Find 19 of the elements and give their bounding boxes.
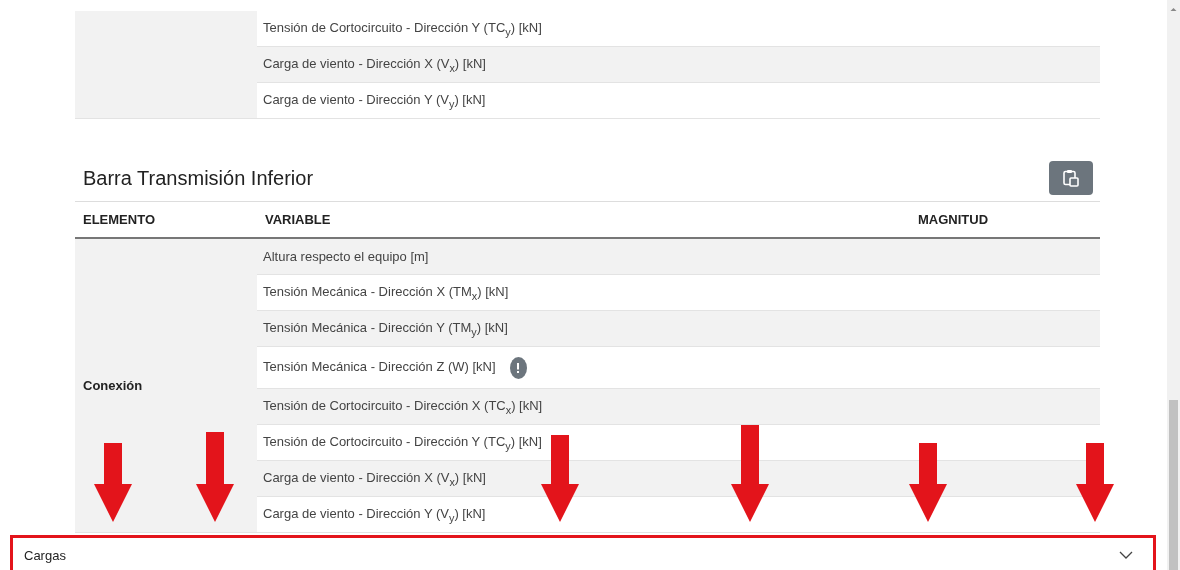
element-cell: Conexión (75, 238, 257, 533)
variable-cell: Tensión de Cortocircuito - Dirección Y (TC$_{y}$) [kN] (257, 424, 910, 461)
variable-cell: Tensión Mecánica - Dirección X (TM$_{x}$) [kN] (257, 274, 910, 311)
chevron-icon (1119, 551, 1133, 559)
alert-icon[interactable] (509, 356, 527, 379)
variable-cell: Carga de viento - Dirección Y (V$_{y}$) [kN] (257, 496, 910, 533)
section-title: Barra Transmisión Inferior (83, 166, 314, 190)
variable-cell: Carga de viento - Dirección X (V$_{x}$) [kN] (257, 46, 910, 83)
variable-cell: Carga de viento - Dirección Y (V$_{y}$) [kN] (257, 82, 910, 119)
clipboard-icon (1063, 169, 1079, 187)
scrollbar[interactable] (1167, 0, 1180, 570)
variable-cell: Altura respecto el equipo [m] (257, 238, 910, 275)
variable-cell: Tensión Mecánica - Dirección Y (TM$_{y}$) [kN] (257, 310, 910, 347)
accordion-header[interactable]: Cargas (10, 535, 1156, 570)
variable-cell: Tensión de Cortocircuito - Dirección Y (TC$_{y}$) [kN] (257, 11, 910, 47)
variable-cell: Tensión Mecánica - Dirección Z (W) [kN] (257, 346, 910, 389)
scroll-thumb[interactable] (1169, 400, 1178, 570)
copy-button[interactable] (1049, 161, 1093, 195)
variable-cell: Tensión de Cortocircuito - Dirección X (TC$_{x}$) [kN] (257, 388, 910, 425)
